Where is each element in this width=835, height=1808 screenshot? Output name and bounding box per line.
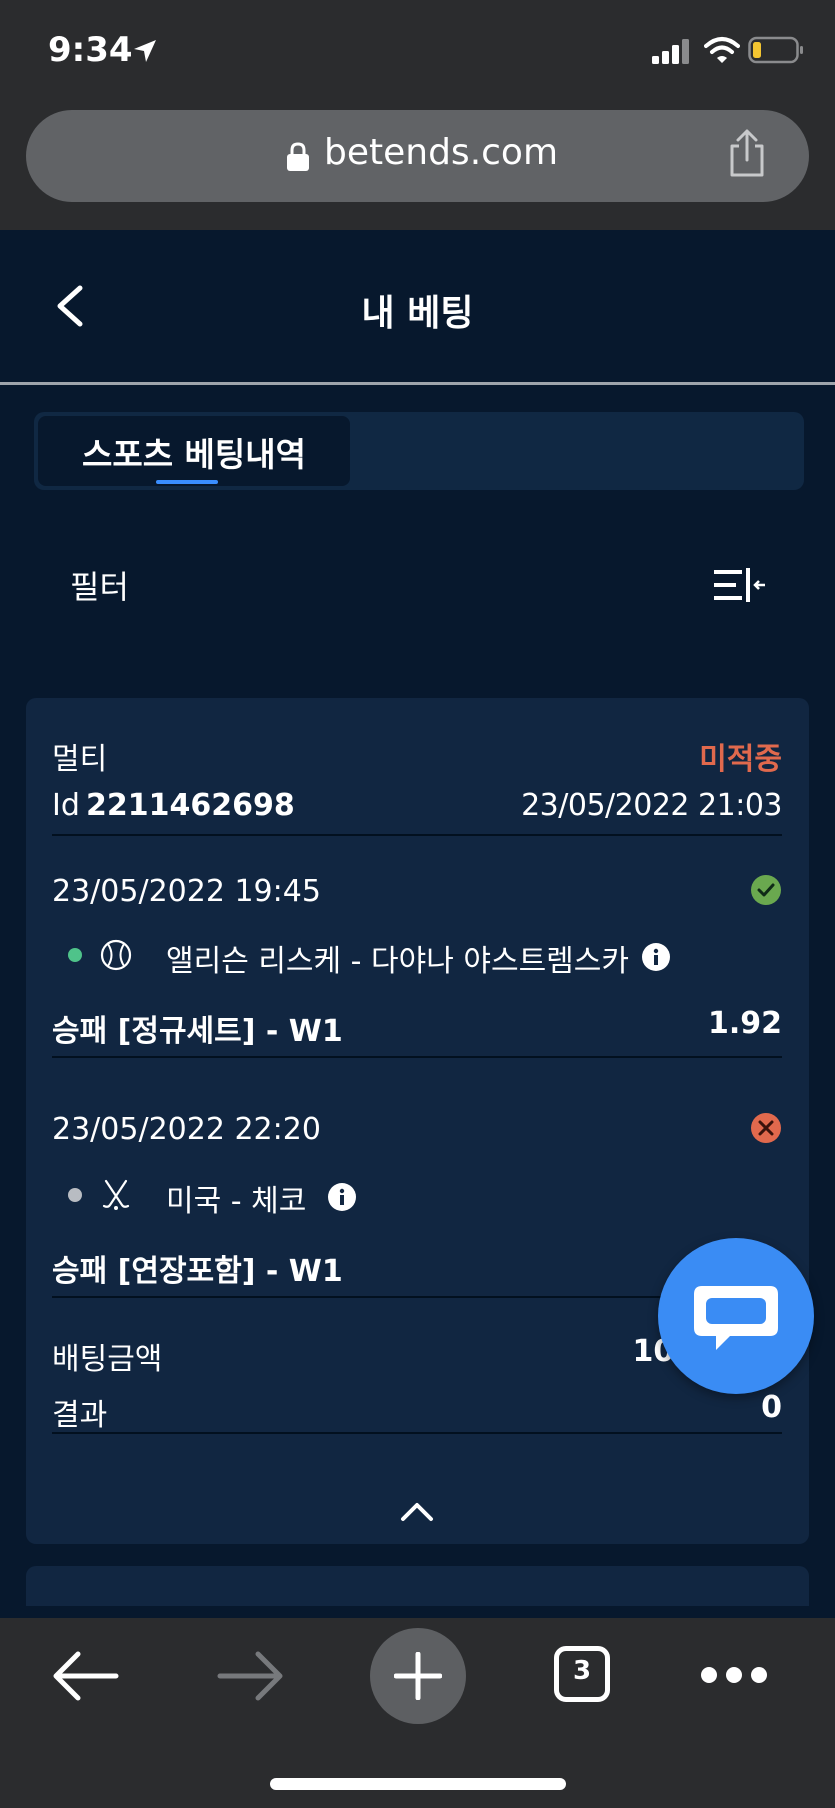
filter-toggle-icon[interactable] (714, 568, 766, 602)
result-label: 결과 (52, 1398, 108, 1433)
event-date: 23/05/2022 19:45 (52, 874, 321, 909)
info-icon[interactable] (328, 1183, 356, 1211)
plus-icon (394, 1652, 442, 1700)
divider (52, 834, 782, 836)
lock-icon (287, 142, 309, 171)
divider (52, 1432, 782, 1434)
collapse-chevron-up-icon[interactable] (400, 1500, 434, 1522)
bet-status-badge: 미적중 (699, 742, 782, 777)
event-market: 승패 [정규세트] - W1 (52, 1014, 343, 1049)
browser-back-arrow-icon[interactable] (50, 1650, 120, 1702)
filter-label[interactable]: 필터 (70, 562, 129, 608)
wifi-icon (704, 37, 740, 63)
status-dot (68, 1188, 82, 1202)
chat-bubble-icon (694, 1286, 778, 1350)
cellular-signal-icon (652, 39, 689, 64)
home-indicator (270, 1778, 566, 1790)
next-bet-card (26, 1566, 809, 1606)
check-circle-icon (751, 875, 781, 905)
more-dots-icon[interactable] (698, 1664, 770, 1686)
info-icon[interactable] (642, 943, 670, 971)
event-teams: 미국 - 체코 (166, 1184, 307, 1219)
browser-forward-arrow-icon[interactable] (216, 1650, 286, 1702)
tennis-ball-icon (100, 939, 132, 971)
status-dot (68, 948, 82, 962)
bet-type: 멀티 (52, 742, 108, 777)
bet-id: 2211462698 (86, 788, 295, 823)
event-market: 승패 [연장포함] - W1 (52, 1254, 343, 1289)
event-teams: 앨리슨 리스케 - 다야나 야스트렘스카 (166, 944, 629, 979)
stake-label: 배팅금액 (52, 1342, 163, 1377)
share-icon[interactable] (726, 128, 768, 178)
location-arrow-icon (134, 40, 156, 62)
divider (52, 1056, 782, 1058)
page-title: 내 베팅 (361, 293, 474, 334)
header-divider (0, 382, 835, 385)
bet-id-label: Id (52, 788, 80, 823)
tab-label: 스포츠 베팅내역 (81, 435, 306, 474)
tabs-count: 3 (572, 1656, 592, 1686)
result-value: 0 (761, 1390, 782, 1425)
battery-low-icon (748, 36, 803, 64)
x-circle-icon (751, 1113, 781, 1143)
hockey-sticks-icon (102, 1179, 130, 1210)
event-date: 23/05/2022 22:20 (52, 1112, 321, 1147)
status-time: 9:34 (48, 30, 133, 70)
bet-date: 23/05/2022 21:03 (521, 788, 782, 823)
event-odds: 1.92 (707, 1006, 782, 1041)
active-tab-indicator (156, 480, 218, 484)
url-text: betends.com (324, 132, 559, 173)
